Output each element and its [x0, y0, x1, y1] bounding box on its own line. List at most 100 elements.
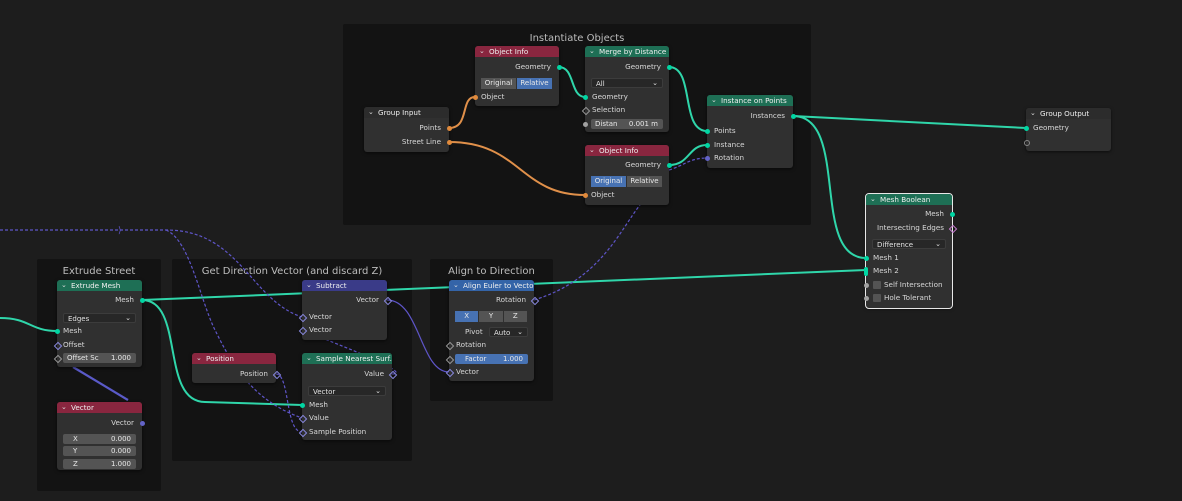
chevron-down-icon[interactable]: ⌄: [368, 107, 374, 118]
socket-label: Geometry: [625, 62, 661, 71]
input-socket[interactable]: [299, 402, 305, 408]
output-socket[interactable]: [139, 297, 145, 303]
output-socket[interactable]: [948, 224, 958, 234]
output-socket[interactable]: [949, 211, 955, 217]
chevron-down-icon[interactable]: ⌄: [589, 145, 595, 156]
node-title: Merge by Distance: [599, 47, 667, 56]
node-align-euler-to-vector[interactable]: ⌄ Align Euler to Vector Rotation X Y Z Pi…: [445, 280, 540, 381]
input-socket[interactable]: [582, 192, 588, 198]
field-label: Y: [73, 447, 78, 455]
input-socket[interactable]: [54, 328, 60, 334]
original-option[interactable]: Original: [481, 78, 516, 89]
socket-label: Selection: [592, 105, 626, 114]
node-group-input[interactable]: ⌄ Group Input Points Street Line: [364, 107, 452, 152]
node-title: Group Output: [1040, 109, 1090, 118]
node-subtract[interactable]: ⌄ Subtract Vector Vector Vector: [298, 280, 393, 340]
multi-input-socket[interactable]: [863, 266, 868, 276]
vector-z-field[interactable]: Z 1.000: [63, 459, 136, 469]
output-socket[interactable]: [139, 420, 145, 426]
output-socket[interactable]: [556, 64, 562, 70]
chevron-down-icon[interactable]: ⌄: [61, 402, 67, 413]
chevron-down-icon[interactable]: ⌄: [196, 353, 202, 364]
chevron-down-icon[interactable]: ⌄: [61, 280, 67, 291]
node-extrude-mesh[interactable]: ⌄ Extrude Mesh Mesh Edges ⌄ Mesh Offset Of…: [53, 280, 145, 367]
input-socket[interactable]: [704, 155, 710, 161]
chevron-down-icon[interactable]: ⌄: [589, 46, 595, 57]
node-object-info-1[interactable]: ⌄ Object Info Geometry Original Relative …: [472, 46, 562, 106]
input-socket[interactable]: [863, 255, 869, 261]
node-header[interactable]: ⌄ Vector: [57, 402, 142, 413]
input-socket[interactable]: [582, 94, 588, 100]
output-socket[interactable]: [446, 139, 452, 145]
axis-toggle[interactable]: X Y Z: [455, 311, 528, 322]
vector-y-field[interactable]: Y 0.000: [63, 446, 136, 456]
input-socket[interactable]: [582, 121, 588, 127]
chevron-down-icon[interactable]: ⌄: [870, 194, 876, 205]
relative-option[interactable]: Relative: [517, 78, 552, 89]
link-instances-output: [792, 115, 1027, 129]
merge-mode-dropdown[interactable]: All ⌄: [591, 78, 663, 88]
boolean-mode-dropdown[interactable]: Difference ⌄: [872, 239, 946, 249]
input-socket[interactable]: [704, 128, 710, 134]
node-title: Align Euler to Vector: [463, 281, 534, 290]
input-socket[interactable]: [704, 142, 710, 148]
node-header[interactable]: ⌄ Align Euler to Vector: [449, 280, 534, 291]
node-mesh-boolean[interactable]: ⌄ Mesh Boolean Mesh Intersecting Edges Di…: [863, 193, 958, 309]
hole-tolerant-checkbox[interactable]: [873, 294, 881, 302]
node-header[interactable]: ⌄ Subtract: [302, 280, 387, 291]
node-group-output[interactable]: ⌄ Group Output Geometry: [1023, 108, 1111, 151]
node-header[interactable]: ⌄ Merge by Distance: [585, 46, 669, 57]
node-sample-nearest-surface[interactable]: ⌄ Sample Nearest Surf... Value Vector ⌄ Me…: [298, 353, 398, 440]
node-merge-by-distance[interactable]: ⌄ Merge by Distance Geometry All ⌄ Geometr…: [581, 46, 672, 132]
offset-scale-field[interactable]: Offset Sc 1.000: [63, 353, 136, 363]
vector-x-field[interactable]: X 0.000: [63, 434, 136, 444]
relative-option[interactable]: Relative: [627, 176, 662, 187]
socket-label: Intersecting Edges: [876, 223, 944, 232]
node-header[interactable]: ⌄ Position: [192, 353, 276, 364]
input-socket[interactable]: [1023, 125, 1029, 131]
node-instance-on-points[interactable]: ⌄ Instance on Points Instances Points Ins…: [704, 95, 796, 168]
socket-label: Vector: [309, 325, 332, 334]
field-label: X: [73, 435, 78, 443]
node-vector[interactable]: ⌄ Vector Vector X 0.000 Y 0.000 Z 1.000: [57, 402, 145, 470]
output-socket[interactable]: [666, 64, 672, 70]
chevron-down-icon[interactable]: ⌄: [453, 280, 459, 291]
node-position[interactable]: ⌄ Position Position: [192, 353, 282, 383]
node-header[interactable]: ⌄ Extrude Mesh: [57, 280, 142, 291]
chevron-down-icon[interactable]: ⌄: [1030, 108, 1036, 119]
output-socket[interactable]: [790, 113, 796, 119]
axis-y-option[interactable]: Y: [479, 311, 503, 322]
node-header[interactable]: ⌄ Group Input: [364, 107, 449, 118]
chevron-down-icon[interactable]: ⌄: [479, 46, 485, 57]
chevron-down-icon[interactable]: ⌄: [306, 280, 312, 291]
input-socket[interactable]: [863, 295, 869, 301]
node-object-info-2[interactable]: ⌄ Object Info Geometry Original Relative …: [582, 145, 672, 205]
distance-field[interactable]: Distan 0.001 m: [591, 119, 663, 129]
empty-input-socket[interactable]: [1023, 139, 1030, 146]
transform-space-toggle[interactable]: Original Relative: [481, 78, 553, 89]
node-title: Vector: [71, 403, 94, 412]
self-intersection-checkbox[interactable]: [873, 281, 881, 289]
node-header[interactable]: ⌄ Instance on Points: [707, 95, 793, 106]
input-socket[interactable]: [472, 94, 478, 100]
axis-x-option[interactable]: X: [455, 311, 479, 322]
pivot-dropdown[interactable]: Auto ⌄: [489, 327, 528, 337]
input-socket[interactable]: [863, 282, 869, 288]
node-header[interactable]: ⌄ Group Output: [1026, 108, 1111, 119]
node-header[interactable]: ⌄ Sample Nearest Surf...: [302, 353, 392, 364]
node-header[interactable]: ⌄ Object Info: [585, 145, 669, 156]
field-value: 1.000: [110, 354, 131, 362]
chevron-down-icon[interactable]: ⌄: [306, 353, 312, 364]
node-header[interactable]: ⌄ Mesh Boolean: [866, 194, 952, 205]
original-option[interactable]: Original: [591, 176, 626, 187]
chevron-down-icon[interactable]: ⌄: [711, 95, 717, 106]
checkbox-label: Hole Tolerant: [884, 293, 932, 302]
factor-slider[interactable]: Factor 1.000: [455, 354, 528, 364]
data-type-dropdown[interactable]: Vector ⌄: [308, 386, 386, 396]
transform-space-toggle[interactable]: Original Relative: [591, 176, 663, 187]
output-socket[interactable]: [446, 125, 452, 131]
node-header[interactable]: ⌄ Object Info: [475, 46, 559, 57]
extrude-mode-dropdown[interactable]: Edges ⌄: [63, 313, 136, 323]
axis-z-option[interactable]: Z: [503, 311, 527, 322]
output-socket[interactable]: [666, 162, 672, 168]
